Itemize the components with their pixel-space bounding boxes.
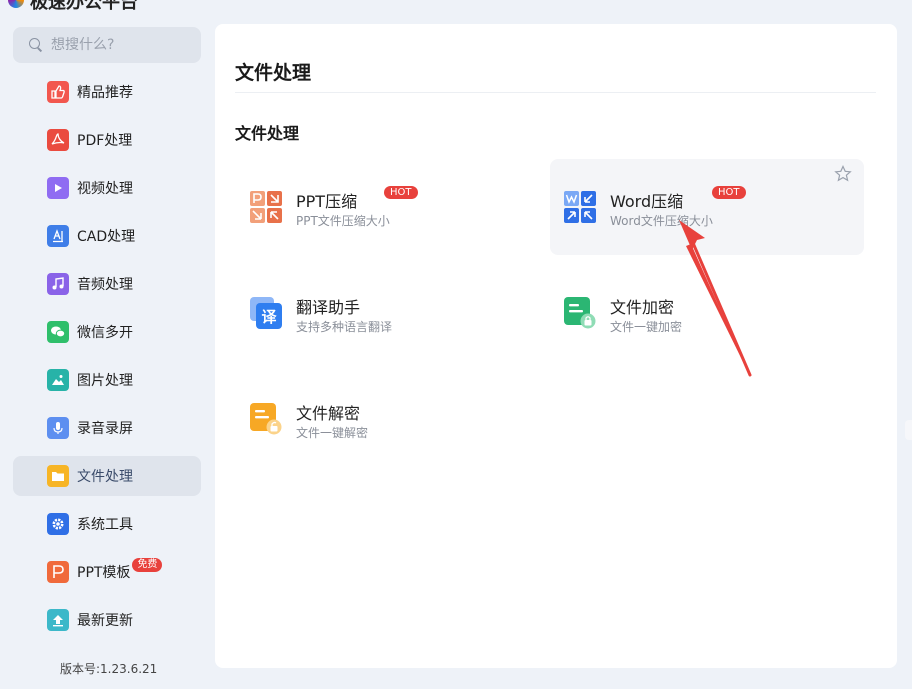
sidebar-item-wechat[interactable]: 微信多开 — [13, 312, 201, 352]
hot-badge: HOT — [384, 186, 418, 199]
sidebar: 精品推荐 PDF处理 视频处理 CAD处理 音频处理 微信多开 — [0, 12, 214, 689]
tool-desc: PPT文件压缩大小 — [296, 214, 390, 228]
tool-word-compress[interactable]: Word压缩 HOT Word文件压缩大小 — [550, 159, 864, 255]
sidebar-item-label: 文件处理 — [77, 469, 133, 485]
tool-name: 文件解密 — [296, 404, 361, 423]
sidebar-item-label: CAD处理 — [77, 229, 136, 245]
microphone-icon — [47, 417, 69, 439]
pdf-icon — [47, 129, 69, 151]
sidebar-item-pdf[interactable]: PDF处理 — [13, 120, 201, 160]
search-box[interactable] — [13, 27, 201, 63]
sidebar-item-label: 微信多开 — [77, 325, 133, 341]
page-title: 文件处理 — [235, 62, 312, 84]
tool-ppt-compress[interactable]: PPT压缩 HOT PPT文件压缩大小 — [236, 159, 550, 255]
sidebar-item-file[interactable]: 文件处理 — [13, 456, 201, 496]
scroll-edge — [905, 420, 912, 440]
tool-desc: 文件一键解密 — [296, 426, 369, 440]
divider — [235, 92, 876, 93]
sidebar-item-audio[interactable]: 音频处理 — [13, 264, 201, 304]
tool-name: PPT压缩 — [296, 192, 358, 211]
tool-name: Word压缩 — [610, 192, 684, 211]
tool-file-decrypt[interactable]: 文件解密 文件一键解密 — [236, 371, 550, 467]
app-title: 极速办公平台 — [30, 0, 138, 12]
version-label: 版本号:1.23.6.21 — [60, 662, 158, 676]
tool-desc: 支持多种语言翻译 — [296, 320, 393, 334]
app-logo-icon — [8, 0, 24, 8]
tool-desc: Word文件压缩大小 — [610, 214, 713, 228]
ppt-icon — [47, 561, 69, 583]
tool-translate[interactable]: 译 翻译助手 支持多种语言翻译 — [236, 265, 550, 361]
sidebar-item-label: PPT模板 — [77, 565, 131, 581]
word-compress-icon — [564, 191, 596, 223]
gear-icon — [47, 513, 69, 535]
sidebar-item-ppt-template[interactable]: PPT模板 免费 — [13, 552, 201, 592]
hot-badge: HOT — [712, 186, 746, 199]
video-play-icon — [47, 177, 69, 199]
upload-icon — [47, 609, 69, 631]
file-decrypt-icon — [250, 403, 282, 435]
sidebar-item-record[interactable]: 录音录屏 — [13, 408, 201, 448]
main-panel: 文件处理 文件处理 PPT压缩 HOT PPT文件压缩大小 Word压缩 HOT… — [215, 24, 897, 668]
search-input[interactable] — [51, 37, 191, 53]
tool-name: 文件加密 — [610, 298, 675, 317]
sidebar-item-label: 图片处理 — [77, 373, 133, 389]
sidebar-item-recommend[interactable]: 精品推荐 — [13, 72, 201, 112]
search-icon — [29, 38, 43, 52]
section-title: 文件处理 — [235, 124, 300, 143]
image-icon — [47, 369, 69, 391]
sidebar-item-label: 视频处理 — [77, 181, 133, 197]
tool-name: 翻译助手 — [296, 298, 361, 317]
cad-icon — [47, 225, 69, 247]
star-favorite-icon[interactable] — [834, 165, 852, 183]
file-encrypt-icon — [564, 297, 596, 329]
sidebar-item-label: 录音录屏 — [77, 421, 133, 437]
music-note-icon — [47, 273, 69, 295]
wechat-icon — [47, 321, 69, 343]
sidebar-item-label: 音频处理 — [77, 277, 133, 293]
tool-desc: 文件一键加密 — [610, 320, 683, 334]
translate-icon: 译 — [250, 297, 282, 329]
sidebar-item-latest[interactable]: 最新更新 — [13, 600, 201, 640]
sidebar-item-label: 最新更新 — [77, 613, 133, 629]
tool-file-encrypt[interactable]: 文件加密 文件一键加密 — [550, 265, 864, 361]
sidebar-item-label: PDF处理 — [77, 133, 133, 149]
folder-icon — [47, 465, 69, 487]
sidebar-item-image[interactable]: 图片处理 — [13, 360, 201, 400]
sidebar-item-label: 精品推荐 — [77, 85, 133, 101]
free-badge: 免费 — [132, 558, 163, 572]
ppt-compress-icon — [250, 191, 282, 223]
sidebar-item-video[interactable]: 视频处理 — [13, 168, 201, 208]
sidebar-item-system[interactable]: 系统工具 — [13, 504, 201, 544]
sidebar-item-cad[interactable]: CAD处理 — [13, 216, 201, 256]
sidebar-item-label: 系统工具 — [77, 517, 133, 533]
thumbs-up-icon — [47, 81, 69, 103]
svg-text:译: 译 — [261, 308, 277, 326]
title-bar: 极速办公平台 — [0, 0, 912, 12]
